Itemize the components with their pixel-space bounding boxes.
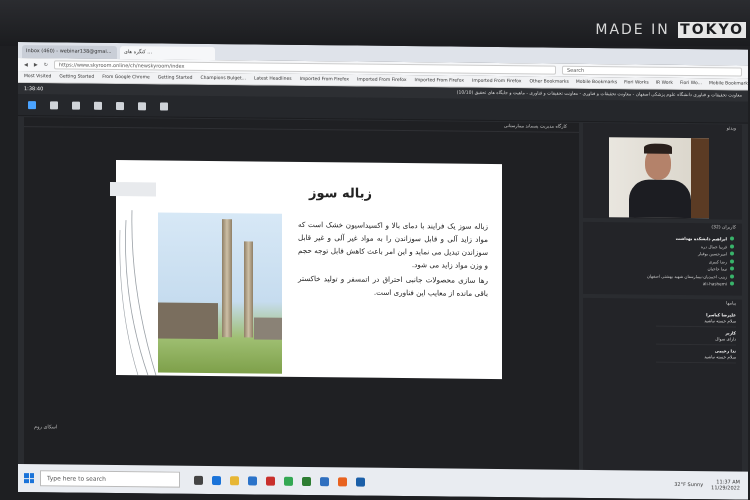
- windows-start-icon[interactable]: [24, 473, 34, 484]
- online-status-icon: [730, 273, 734, 278]
- outlook-icon[interactable]: [356, 477, 365, 487]
- mic-icon[interactable]: [50, 100, 58, 109]
- video-panel: ویدئو: [583, 122, 742, 220]
- elapsed-time: 1:38:40: [24, 85, 44, 92]
- slide: زباله سوز زباله سوز یک فرایند با دمای با…: [110, 160, 502, 380]
- chat-panel: پیامها علیرضا کیاسرا سلام خسته نباشید کارب…: [583, 297, 742, 472]
- chat-header: پیامها: [726, 301, 736, 307]
- bookmark-item[interactable]: Imported From Firefox: [300, 77, 349, 83]
- online-status-icon: [730, 251, 734, 256]
- bookmark-item[interactable]: Champions Bulget...: [201, 76, 247, 81]
- monitor-brand: MADE IN TOKYO: [595, 22, 746, 38]
- office-icon[interactable]: [266, 476, 275, 486]
- monitor-screen: Inbox (460) - webinar138@gmai... کنگره ه…: [18, 42, 748, 500]
- online-status-icon: [730, 281, 734, 286]
- slide-body: زباله سوز یک فرایند با دمای بالا و اکسید…: [298, 218, 488, 302]
- bookmark-item[interactable]: Imported From Firefox: [357, 78, 406, 84]
- chat-message: علیرضا کیاسرا سلام خسته نباشید: [656, 311, 736, 328]
- bookmark-item[interactable]: Imported From Firefox: [415, 78, 464, 84]
- word-icon[interactable]: [320, 476, 329, 486]
- file-explorer-icon[interactable]: [230, 475, 239, 485]
- reload-icon[interactable]: ↻: [44, 62, 48, 68]
- online-status-icon: [730, 266, 734, 271]
- slide-paragraph-2: رها سازی محصولات جانبی احتراق در اتمسفر …: [298, 273, 488, 298]
- attendee-name: نیما حاجیان: [707, 266, 727, 272]
- bookmark-item[interactable]: Getting Started: [158, 75, 193, 80]
- attendees-panel: کاربران (32) ابراهیم دانشکده بهداشت فریبا…: [583, 221, 742, 296]
- bookmark-item[interactable]: Fiori Works: [624, 80, 649, 85]
- camera-icon[interactable]: [72, 101, 80, 110]
- bookmark-item[interactable]: Most Visited: [24, 74, 51, 79]
- skyroom-app: 1:38:40 معاونت تحقیقات و فناوری دانشگاه …: [18, 83, 748, 472]
- browser-search-field[interactable]: Search: [562, 65, 742, 77]
- task-view-icon[interactable]: [194, 475, 203, 485]
- forward-icon[interactable]: ▶: [34, 62, 38, 68]
- browser-tab-skyroom[interactable]: کنگره های ...: [120, 46, 215, 61]
- store-icon[interactable]: [248, 475, 257, 486]
- chrome-icon[interactable]: [284, 476, 293, 486]
- taskbar-search[interactable]: Type here to search: [40, 470, 180, 488]
- chat-text: دارای سوال: [715, 336, 736, 342]
- taskbar-clock[interactable]: 11:37 AM 11/29/2022: [711, 479, 740, 491]
- presenter-video: [609, 137, 709, 219]
- bookmark-item[interactable]: IR Work: [656, 81, 673, 86]
- screen-share-icon[interactable]: [94, 101, 102, 110]
- back-icon[interactable]: ◀: [24, 62, 28, 68]
- browser-tab-inbox[interactable]: Inbox (460) - webinar138@gmai...: [22, 45, 117, 60]
- incinerator-photo: [158, 212, 282, 374]
- speaker-icon[interactable]: [28, 100, 36, 109]
- chat-message: کاربر دارای سوال: [656, 329, 736, 346]
- attendee-name: فریبا جمال دره: [700, 243, 727, 249]
- system-tray: 32°F Sunny 11:37 AM 11/29/2022: [674, 479, 748, 492]
- slide-title-band: [110, 181, 156, 197]
- attendee-name: امیرحسین بوقبار: [698, 251, 727, 257]
- weather-widget[interactable]: 32°F Sunny: [674, 482, 703, 488]
- slide-paragraph-1: زباله سوز یک فرایند با دمای بالا و اکسید…: [298, 219, 488, 270]
- excel-icon[interactable]: [302, 476, 311, 486]
- bookmark-item[interactable]: Imported From Firefox: [472, 79, 521, 85]
- file-icon[interactable]: [138, 101, 146, 110]
- pen-icon[interactable]: [116, 101, 124, 110]
- online-status-icon: [730, 243, 734, 248]
- bookmark-item[interactable]: Other Bookmarks: [529, 79, 568, 84]
- attendee-name: زینب احمدیان-بیمارستان شهید بهشتی اصفهان: [646, 273, 727, 279]
- bookmark-item[interactable]: Fiori Wo...: [680, 81, 702, 86]
- firefox-icon[interactable]: [338, 476, 347, 486]
- bookmark-item[interactable]: From Google Chrome: [102, 75, 150, 80]
- online-status-icon: [730, 236, 734, 241]
- presentation-panel: کارگاه مدیریت پسماند بیمارستانی زباله سو…: [24, 117, 579, 470]
- video-panel-header: ویدئو: [726, 126, 736, 132]
- hand-raise-icon[interactable]: [160, 101, 168, 111]
- bookmark-item[interactable]: Mobile Bookmarks: [576, 80, 617, 85]
- attendee-name: رضا کبیری: [708, 258, 727, 264]
- chat-text: سلام خسته نباشید: [704, 318, 736, 324]
- skyroom-watermark: اسکای روم: [34, 424, 58, 431]
- taskbar-apps: [194, 475, 365, 487]
- bookmark-item[interactable]: Getting Started: [59, 74, 94, 79]
- attendee-item[interactable]: ali-hashemi: [589, 279, 734, 288]
- slide-title: زباله سوز: [309, 186, 372, 202]
- room-title: معاونت تحقیقات و فناوری دانشگاه علوم پزش…: [456, 90, 742, 99]
- bookmark-item[interactable]: Mobile Bookmarks: [709, 81, 748, 86]
- attendee-name: ابراهیم دانشکده بهداشت: [675, 235, 727, 242]
- side-panels: ویدئو کاربران (32) ابراهیم دانشکده بهداش…: [583, 122, 742, 472]
- bookmark-item[interactable]: Latest Headlines: [254, 76, 292, 81]
- online-status-icon: [730, 258, 734, 263]
- edge-icon[interactable]: [212, 475, 221, 485]
- chat-message: ندا رحیمی سلام خسته نباشید: [656, 347, 736, 364]
- attendee-name: ali-hashemi: [702, 281, 727, 287]
- chat-text: سلام خسته نباشید: [704, 354, 736, 360]
